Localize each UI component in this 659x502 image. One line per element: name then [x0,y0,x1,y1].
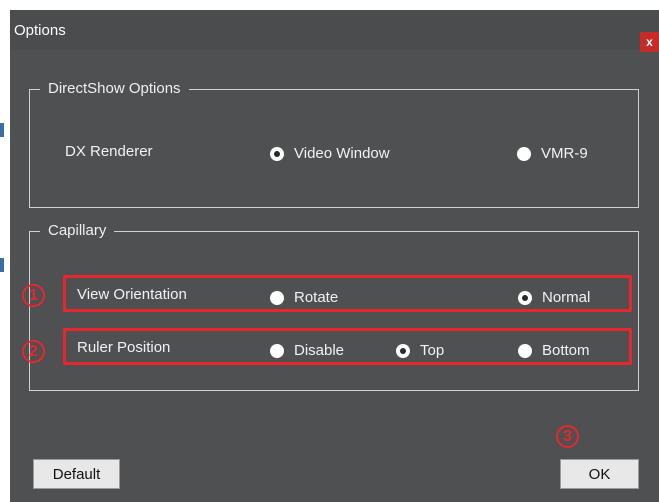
close-icon: x [646,35,653,49]
options-dialog: Options x DirectShow Options DX Renderer… [10,10,659,502]
ruler-position-label: Ruler Position [77,339,171,356]
callout-2-badge: 2 [22,340,45,363]
radio-top-label: Top [420,342,445,359]
background-marker [0,258,4,272]
radio-normal[interactable]: Normal [518,289,590,306]
radio-unchecked-icon [517,146,531,161]
ok-button[interactable]: OK [560,459,639,489]
radio-checked-icon [270,146,284,161]
dialog-title: Options [14,22,66,39]
radio-bottom[interactable]: Bottom [518,342,590,359]
background-window-strip [0,0,10,502]
radio-disable-label: Disable [294,342,345,359]
radio-unchecked-icon [270,290,284,305]
radio-video-window[interactable]: Video Window [270,145,390,162]
callout-1-badge: 1 [22,284,45,307]
radio-top[interactable]: Top [396,342,444,359]
default-button[interactable]: Default [33,459,120,489]
close-button[interactable]: x [640,32,659,52]
radio-unchecked-icon [518,343,532,358]
radio-bottom-label: Bottom [542,342,590,359]
radio-unchecked-icon [270,343,284,358]
radio-vmr9-label: VMR-9 [541,145,588,162]
radio-video-window-label: Video Window [294,145,390,162]
title-bar[interactable]: Options x [10,10,659,52]
radio-checked-icon [518,290,532,305]
capillary-legend: Capillary [40,221,115,241]
directshow-options-group: DirectShow Options DX Renderer Video Win… [29,79,639,208]
radio-checked-icon [396,343,410,358]
radio-normal-label: Normal [542,289,591,306]
callout-3-badge: 3 [556,425,579,448]
directshow-options-legend: DirectShow Options [40,79,189,99]
dx-renderer-label: DX Renderer [65,143,153,160]
radio-rotate[interactable]: Rotate [270,289,338,306]
radio-disable[interactable]: Disable [270,342,344,359]
view-orientation-label: View Orientation [77,286,187,303]
background-marker [0,123,4,137]
radio-vmr9[interactable]: VMR-9 [517,145,588,162]
radio-rotate-label: Rotate [294,289,339,306]
